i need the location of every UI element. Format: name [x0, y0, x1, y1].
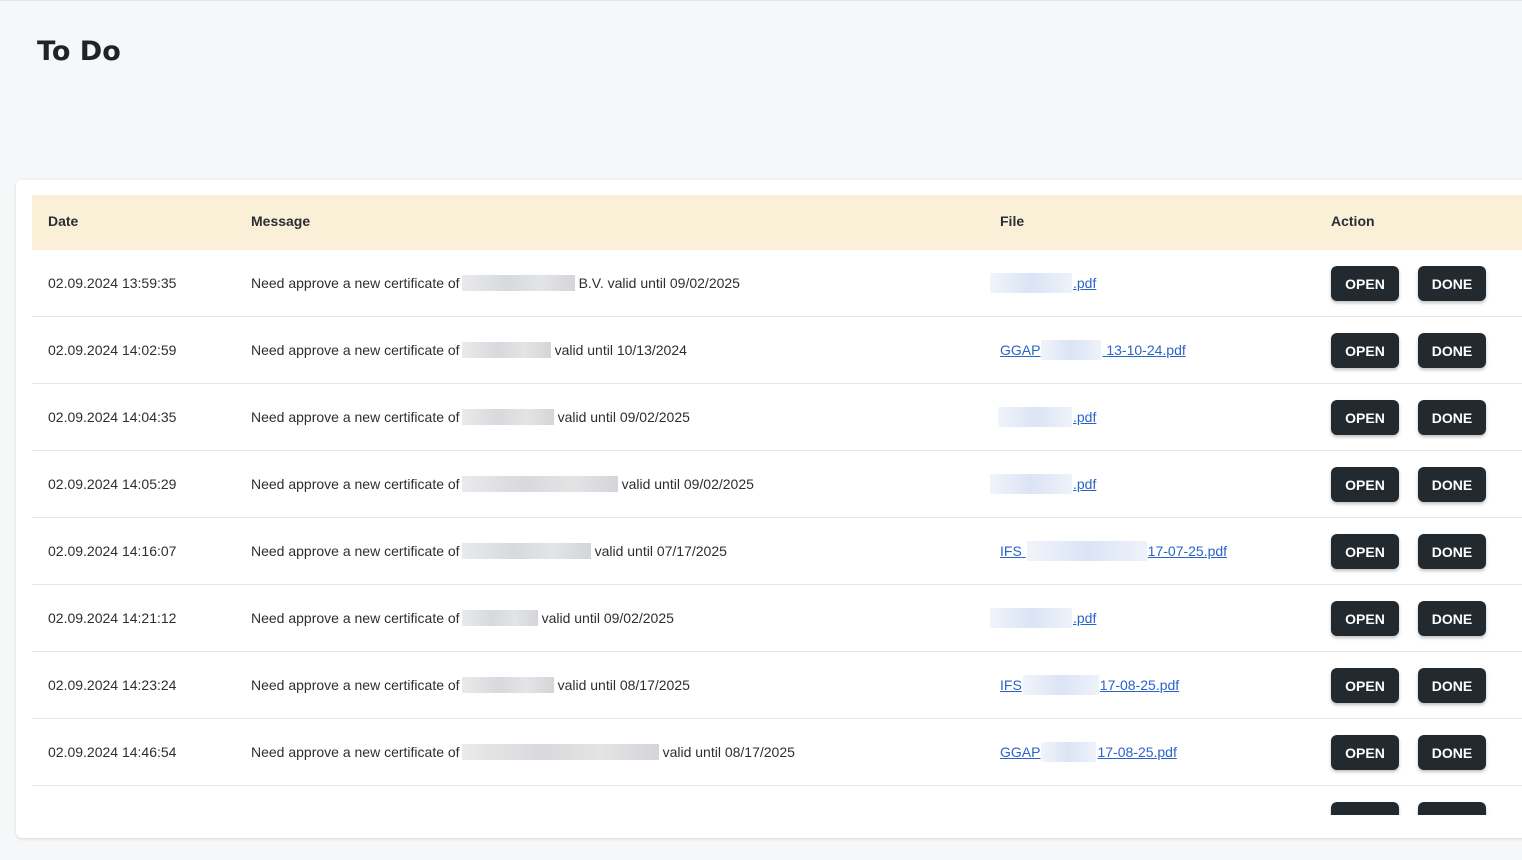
table-row: 02.09.2024 14:05:29 Need approve a new c… [32, 451, 1522, 518]
column-header-date: Date [48, 213, 79, 229]
open-button[interactable]: OPEN [1331, 400, 1399, 435]
message-suffix: valid until 08/17/2025 [557, 677, 690, 693]
message-prefix: Need approve a new certificate of [251, 744, 460, 760]
row-file: GGAP 13-10-24.pdf [1000, 317, 1186, 383]
open-button[interactable]: OPEN [1331, 802, 1399, 815]
row-file: GGAP 17-08-25.pdf [1000, 719, 1177, 785]
redacted-company-name [461, 342, 551, 358]
row-date: 02.09.2024 14:05:29 [48, 476, 177, 492]
open-button[interactable]: OPEN [1331, 266, 1399, 301]
todo-table-card: Date Message File Action 02.09.2024 13:5… [16, 180, 1522, 838]
row-date: 02.09.2024 14:02:59 [48, 342, 177, 358]
table-row: 02.09.2024 14:04:35 Need approve a new c… [32, 384, 1522, 451]
done-button[interactable]: DONE [1418, 668, 1486, 703]
row-message: Need approve a new certificate of valid u… [251, 585, 674, 651]
todo-table: Date Message File Action 02.09.2024 13:5… [32, 195, 1522, 815]
row-date: 02.09.2024 14:04:35 [48, 409, 177, 425]
message-suffix: valid until 07/17/2025 [594, 543, 727, 559]
done-button[interactable]: DONE [1418, 333, 1486, 368]
message-suffix: valid until 09/02/2025 [621, 476, 754, 492]
message-suffix: valid until 09/02/2025 [541, 610, 674, 626]
message-prefix: Need approve a new certificate of [251, 409, 460, 425]
file-link[interactable]: IFS 17-07-25.pdf [1000, 541, 1227, 561]
done-button[interactable]: DONE [1418, 802, 1486, 815]
message-prefix: Need approve a new certificate of [251, 275, 460, 291]
file-link[interactable]: GGAP 13-10-24.pdf [1000, 340, 1186, 360]
row-message: Need approve a new certificate of valid u… [251, 317, 687, 383]
open-button[interactable]: OPEN [1331, 735, 1399, 770]
done-button[interactable]: DONE [1418, 400, 1486, 435]
table-row: 02.09.2024 13:59:35 Need approve a new c… [32, 250, 1522, 317]
row-file: .pdf [990, 250, 1096, 316]
file-link[interactable]: .pdf [990, 273, 1096, 293]
table-row: 02.09.2024 14:23:24 Need approve a new c… [32, 652, 1522, 719]
done-button[interactable]: DONE [1418, 601, 1486, 636]
row-file: IFS 17-07-25.pdf [1000, 518, 1227, 584]
message-suffix: valid until 09/02/2025 [557, 409, 690, 425]
message-suffix: valid until 10/13/2024 [554, 342, 687, 358]
file-link[interactable]: GGAP 17-08-25.pdf [1000, 742, 1177, 762]
open-button[interactable]: OPEN [1331, 333, 1399, 368]
open-button[interactable]: OPEN [1331, 534, 1399, 569]
row-message: Need approve a new certificate of valid u… [251, 384, 690, 450]
done-button[interactable]: DONE [1418, 534, 1486, 569]
file-link[interactable]: .pdf [998, 407, 1096, 427]
row-file: .pdf [998, 384, 1096, 450]
redacted-company-name [461, 543, 591, 559]
message-prefix: Need approve a new certificate of [251, 476, 460, 492]
file-link[interactable]: .pdf [990, 474, 1096, 494]
redacted-company-name [461, 677, 554, 693]
row-file: .pdf [990, 585, 1096, 651]
row-date: 02.09.2024 14:16:07 [48, 543, 177, 559]
open-button[interactable]: OPEN [1331, 668, 1399, 703]
column-header-action: Action [1331, 213, 1375, 229]
table-row: 02.09.2024 14:02:59 Need approve a new c… [32, 317, 1522, 384]
row-message: Need approve a new certificate of valid u… [251, 652, 690, 718]
message-suffix: valid until 08/17/2025 [662, 744, 795, 760]
row-date: 02.09.2024 14:21:12 [48, 610, 177, 626]
row-message: Need approve a new certificate of B.V. va… [251, 250, 740, 316]
row-date: 02.09.2024 14:23:24 [48, 677, 177, 693]
message-suffix: B.V. valid until 09/02/2025 [578, 275, 740, 291]
done-button[interactable]: DONE [1418, 266, 1486, 301]
done-button[interactable]: DONE [1418, 735, 1486, 770]
redacted-company-name [461, 744, 659, 760]
table-row: 02.09.2024 14:21:12 Need approve a new c… [32, 585, 1522, 652]
table-row: 02.09.2024 14:46:54 Need approve a new c… [32, 719, 1522, 786]
message-prefix: Need approve a new certificate of [251, 342, 460, 358]
column-header-message: Message [251, 213, 311, 229]
file-link[interactable]: IFS 17-08-25.pdf [1000, 675, 1179, 695]
top-divider [0, 0, 1522, 1]
done-button[interactable]: DONE [1418, 467, 1486, 502]
page-title: To Do [37, 36, 121, 67]
row-message: Need approve a new certificate of valid u… [251, 518, 727, 584]
row-file: IFS 17-08-25.pdf [1000, 652, 1179, 718]
row-date: 02.09.2024 14:46:54 [48, 744, 177, 760]
column-header-file: File [1000, 213, 1025, 229]
table-row: OPEN DONE [32, 786, 1522, 815]
file-link[interactable]: .pdf [990, 608, 1096, 628]
table-row: 02.09.2024 14:16:07 Need approve a new c… [32, 518, 1522, 585]
row-file: .pdf [990, 451, 1096, 517]
message-prefix: Need approve a new certificate of [251, 610, 460, 626]
table-header: Date Message File Action [32, 195, 1522, 250]
redacted-company-name [461, 275, 575, 291]
row-message: Need approve a new certificate of valid u… [251, 719, 795, 785]
redacted-company-name [461, 476, 618, 492]
message-prefix: Need approve a new certificate of [251, 677, 460, 693]
row-message: Need approve a new certificate of valid u… [251, 451, 754, 517]
message-prefix: Need approve a new certificate of [251, 543, 460, 559]
row-date: 02.09.2024 13:59:35 [48, 275, 177, 291]
open-button[interactable]: OPEN [1331, 467, 1399, 502]
open-button[interactable]: OPEN [1331, 601, 1399, 636]
redacted-company-name [461, 610, 538, 626]
redacted-company-name [461, 409, 554, 425]
